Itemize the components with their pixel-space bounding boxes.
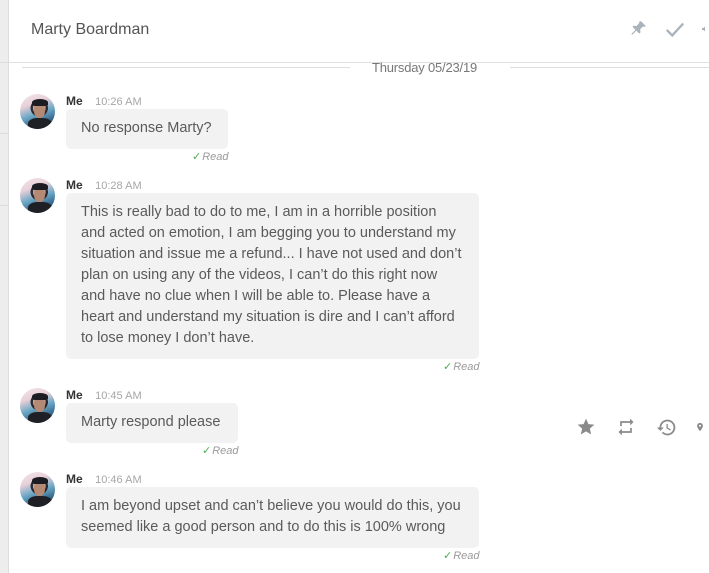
message-time: 10:46 AM (95, 474, 142, 486)
message-meta: Me 10:26 AM (66, 92, 142, 110)
check-icon: ✓ (443, 550, 453, 562)
check-icon: ✓ (202, 445, 212, 457)
header-actions (612, 18, 709, 40)
read-receipt: ✓Read (192, 150, 229, 163)
avatar[interactable] (20, 178, 55, 213)
message-bubble[interactable]: Marty respond please (66, 403, 238, 443)
message-sender: Me (66, 178, 83, 192)
message-actions (575, 416, 709, 438)
read-receipt: ✓Read (202, 444, 239, 457)
history-icon[interactable] (655, 416, 677, 438)
conversation-header: Marty Boardman (9, 0, 709, 63)
message-sender: Me (66, 94, 83, 108)
divider-line (510, 67, 709, 68)
message-time: 10:28 AM (95, 180, 142, 192)
message-text: No response Marty? (81, 120, 212, 136)
message-meta: Me 10:45 AM (66, 386, 142, 404)
message-text: Marty respond please (81, 414, 221, 430)
date-divider: Thursday 05/23/19 (22, 60, 709, 76)
repeat-icon[interactable] (615, 416, 637, 438)
divider-line (22, 67, 350, 68)
avatar[interactable] (20, 388, 55, 423)
read-receipt: ✓Read (443, 360, 480, 373)
message-bubble[interactable]: This is really bad to do to me, I am in … (66, 193, 479, 359)
contact-name: Marty Boardman (31, 21, 150, 38)
message-meta: Me 10:46 AM (66, 470, 142, 488)
message-bubble[interactable]: I am beyond upset and can’t believe you … (66, 487, 479, 548)
date-label: Thursday 05/23/19 (372, 60, 478, 75)
left-panel-edge (0, 0, 9, 573)
avatar[interactable] (20, 94, 55, 129)
message-meta: Me 10:28 AM (66, 176, 142, 194)
panel-divider (0, 133, 8, 134)
volume-icon[interactable] (701, 18, 709, 40)
read-status: Read (202, 151, 229, 163)
message-time: 10:45 AM (95, 390, 142, 402)
panel-divider (0, 62, 8, 63)
avatar[interactable] (20, 472, 55, 507)
pin-icon[interactable] (627, 18, 649, 40)
check-icon: ✓ (192, 151, 202, 163)
check-icon: ✓ (443, 361, 453, 373)
read-receipt: ✓Read (443, 549, 480, 562)
message-bubble[interactable]: No response Marty? (66, 109, 228, 149)
message-text: This is really bad to do to me, I am in … (81, 204, 462, 346)
location-icon[interactable] (695, 416, 705, 438)
message-sender: Me (66, 472, 83, 486)
message-time: 10:26 AM (95, 96, 142, 108)
star-icon[interactable] (575, 416, 597, 438)
read-status: Read (212, 445, 239, 457)
read-status: Read (453, 550, 480, 562)
panel-divider (0, 205, 8, 206)
read-status: Read (453, 361, 480, 373)
message-text: I am beyond upset and can’t believe you … (81, 498, 461, 535)
check-icon[interactable] (664, 18, 686, 40)
message-sender: Me (66, 388, 83, 402)
